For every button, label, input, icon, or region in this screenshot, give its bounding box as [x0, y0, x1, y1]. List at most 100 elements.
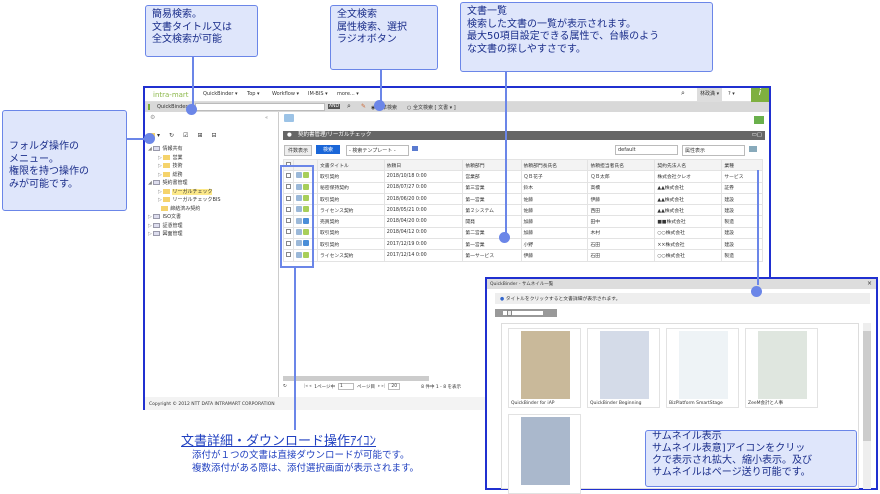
window-icons[interactable]: ▭▢ [752, 131, 762, 140]
user-menu[interactable]: 林政満 ▾ [697, 88, 723, 101]
tree-item[interactable]: 締結済み契約 [148, 205, 221, 214]
thumbnail-item[interactable]: QuickBinder for iAP [508, 328, 581, 408]
thumbnail-title[interactable]: QuickBinder Beginning [590, 401, 641, 406]
table-cell[interactable]: 売買契約 [317, 215, 385, 228]
attachment-select-icon[interactable] [303, 251, 309, 258]
column-settings-icon[interactable] [749, 146, 757, 152]
menu-workflow[interactable]: Workflow ▾ [272, 91, 299, 97]
zoom-slider-handle[interactable] [507, 310, 512, 316]
menu-top[interactable]: Top ▾ [247, 91, 260, 97]
table-row[interactable]: ライセンス契約 2018/05/21 0:00 第２システム 佐藤 西田 ▲▲株式会社 建設 [283, 204, 763, 217]
collapse-icon[interactable]: ⊟ [211, 132, 216, 139]
detail-icon[interactable] [296, 217, 302, 224]
thumbnail-image[interactable] [679, 331, 728, 399]
attribute-select[interactable]: 属性表示 [682, 145, 745, 156]
table-cell[interactable]: 取引契約 [317, 226, 385, 240]
attachment-select-icon[interactable] [303, 195, 309, 202]
table-row[interactable]: 秘密保持契約 2018/07/27 0:00 第三営業 鈴木 高橋 ▲▲株式会社 証券 [283, 181, 763, 194]
menu-more[interactable]: more... ▾ [337, 91, 359, 97]
row-checkbox[interactable] [283, 226, 294, 240]
column-header[interactable]: 依頼担当者氏名 [587, 158, 656, 172]
search-icon[interactable]: ⌕ [681, 89, 685, 98]
detail-icon[interactable] [296, 251, 302, 258]
reload-icon[interactable]: ↻ [283, 384, 287, 389]
thumbnail-image[interactable] [521, 331, 570, 399]
table-row[interactable]: 取引契約 2018/10/18 0:00 営業部 ＱＢ花子 ＱＢ太郎 株式会社クレオ サービ… [283, 170, 763, 183]
refresh-icon[interactable]: ↻ [169, 132, 174, 139]
tree-item[interactable]: ◢ 情報共有 [148, 145, 221, 154]
detail-icon[interactable] [296, 206, 302, 213]
count-button[interactable]: 件数表示 [284, 145, 313, 156]
column-header[interactable]: 依頼部門長氏名 [520, 158, 589, 172]
thumbnail-image[interactable] [600, 331, 649, 399]
detail-icon[interactable] [296, 228, 302, 235]
menu-imbis[interactable]: IM-BIS ▾ [308, 91, 328, 97]
view-select[interactable]: default [615, 145, 678, 155]
detail-icon[interactable] [296, 172, 302, 179]
row-checkbox[interactable] [283, 238, 294, 251]
thumbnail-item[interactable]: BizPlatform SmartStage [666, 328, 739, 408]
close-icon[interactable]: × [867, 280, 872, 287]
help-menu[interactable]: ? ▾ [728, 91, 735, 97]
column-header[interactable]: 依頼部門 [462, 158, 522, 172]
vertical-scrollbar[interactable] [863, 323, 871, 489]
check-icon[interactable]: ☑ [183, 132, 188, 139]
table-cell[interactable]: ライセンス契約 [317, 204, 385, 217]
column-header[interactable]: 契約先法人名 [654, 158, 723, 172]
template-select[interactable]: - 検索テンプレート - [346, 145, 409, 156]
first-prev-icon[interactable]: |◂ ◂ [304, 384, 311, 389]
thumbnail-title[interactable]: QuickBinder for iAP [511, 401, 554, 406]
collapse-panel-icon[interactable]: « [265, 115, 268, 121]
column-header[interactable]: 依頼日 [383, 158, 464, 172]
collapse-arrow-icon[interactable]: ● [287, 131, 292, 140]
expand-icon[interactable]: ⊞ [197, 132, 202, 139]
thumbnail-title[interactable]: BizPlatform SmartStage [669, 401, 723, 406]
table-row[interactable]: 売買契約 2018/04/20 0:00 開発 加藤 田中 ■■株式会社 製造 [283, 215, 763, 228]
attachment-select-icon[interactable] [303, 206, 309, 213]
per-page-select[interactable]: 20 [388, 383, 401, 390]
menu-quickbinder[interactable]: QuickBinder ▾ [203, 91, 238, 97]
simple-search-input[interactable] [195, 103, 325, 111]
tree-item[interactable]: ▷ ISO文書 [148, 213, 221, 222]
zoom-slider[interactable] [495, 309, 557, 317]
attachment-select-icon[interactable] [303, 172, 309, 179]
thumbnail-item[interactable]: ZeeM会計と人事 [745, 328, 818, 408]
download-icon[interactable] [303, 240, 309, 247]
row-checkbox[interactable] [283, 249, 294, 262]
export-icon[interactable] [754, 116, 764, 124]
table-row[interactable]: 取引契約 2017/12/19 0:00 第一営業 小野 石田 ××株式会社 建設 [283, 238, 763, 251]
column-header[interactable]: 文書タイトル [317, 158, 385, 172]
tree-item[interactable]: ▷ リーガルチェックBIS [148, 196, 221, 205]
info-icon[interactable]: i [751, 88, 769, 102]
detail-icon[interactable] [296, 240, 302, 247]
table-cell[interactable]: 取引契約 [317, 170, 385, 183]
next-last-icon[interactable]: ▸ ▸| [378, 384, 385, 389]
thumbnail-image[interactable] [521, 417, 570, 485]
tree-item[interactable]: ▷ 図面管理 [148, 230, 221, 239]
settings-icon[interactable]: ⚙ [150, 114, 155, 121]
row-checkbox[interactable] [283, 204, 294, 217]
table-cell[interactable]: 取引契約 [317, 238, 385, 251]
row-checkbox[interactable] [283, 181, 294, 194]
and-toggle[interactable]: AND [328, 104, 340, 109]
thumbnail-view-icon[interactable] [284, 114, 294, 122]
table-row[interactable]: ライセンス契約 2017/12/14 0:00 第一サービス 伊藤 石田 ○○株式会社 製造 [283, 249, 763, 262]
radio-fulltext-search[interactable]: ○ 全文検索 [ 文書 ▾ ] [407, 104, 456, 111]
tree-item[interactable]: ▷ 総務 [148, 171, 221, 180]
attachment-select-icon[interactable] [303, 228, 309, 235]
search-button[interactable]: 検索 [316, 145, 341, 154]
search-icon[interactable]: ⌕ [347, 102, 351, 111]
table-cell[interactable]: 秘密保持契約 [317, 181, 385, 194]
thumbnail-image[interactable] [758, 331, 807, 399]
detail-icon[interactable] [296, 195, 302, 202]
template-icon[interactable] [412, 146, 418, 151]
table-cell[interactable]: 取引契約 [317, 192, 385, 206]
tree-item[interactable]: ▷ 証憑管理 [148, 222, 221, 231]
tree-item[interactable]: ◢ 契約書管理 [148, 179, 221, 188]
detail-icon[interactable] [296, 183, 302, 190]
download-icon[interactable] [303, 217, 309, 224]
table-cell[interactable]: ライセンス契約 [317, 249, 385, 262]
row-checkbox[interactable] [283, 192, 294, 206]
thumbnail-item[interactable] [508, 414, 581, 494]
attachment-select-icon[interactable] [303, 183, 309, 190]
